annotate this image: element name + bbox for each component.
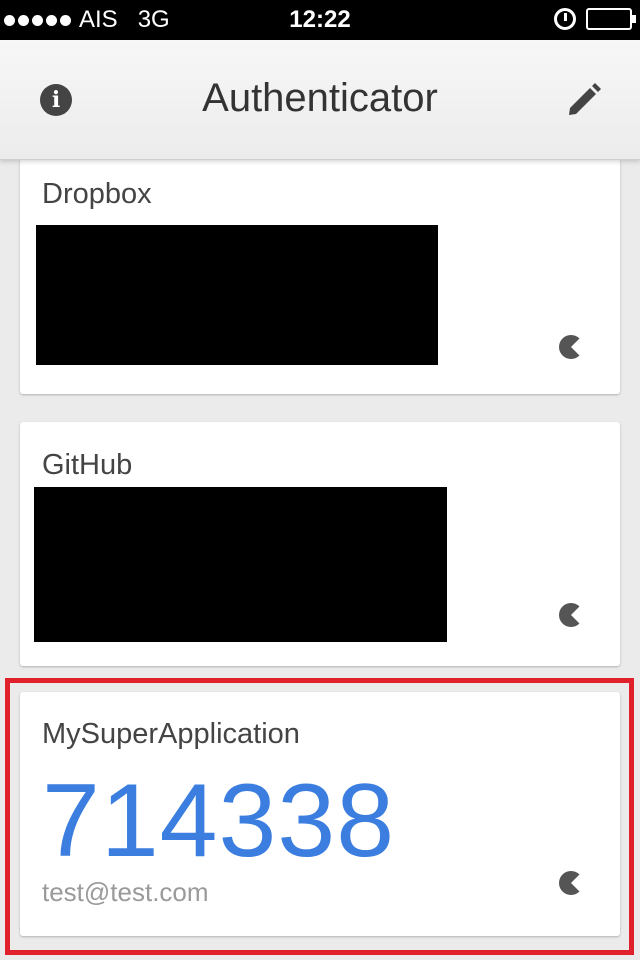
- timer-pie-icon: [559, 871, 580, 895]
- redacted-code: [34, 487, 447, 642]
- account-name: Dropbox: [42, 178, 152, 210]
- account-email: test@test.com: [42, 877, 209, 907]
- account-name: MySuperApplication: [42, 718, 300, 750]
- status-bar: AIS 3G 12:22: [0, 0, 640, 40]
- status-time: 12:22: [289, 6, 351, 33]
- account-card-github[interactable]: GitHub: [20, 422, 620, 666]
- account-name: GitHub: [42, 449, 133, 481]
- timer-pie-icon: [559, 603, 580, 627]
- app-header: i Authenticator: [0, 40, 640, 160]
- alarm-icon: [554, 8, 576, 30]
- account-card-mysuperapplication[interactable]: MySuperApplication 714338 test@test.com: [20, 692, 620, 936]
- otp-code: 714338: [42, 763, 396, 879]
- account-card-dropbox[interactable]: Dropbox: [20, 158, 620, 394]
- status-right: [554, 8, 636, 30]
- battery-icon: [586, 8, 636, 30]
- pencil-icon[interactable]: [564, 80, 604, 120]
- redacted-code: [36, 225, 438, 365]
- page-title: Authenticator: [202, 76, 438, 120]
- timer-pie-icon: [559, 335, 580, 359]
